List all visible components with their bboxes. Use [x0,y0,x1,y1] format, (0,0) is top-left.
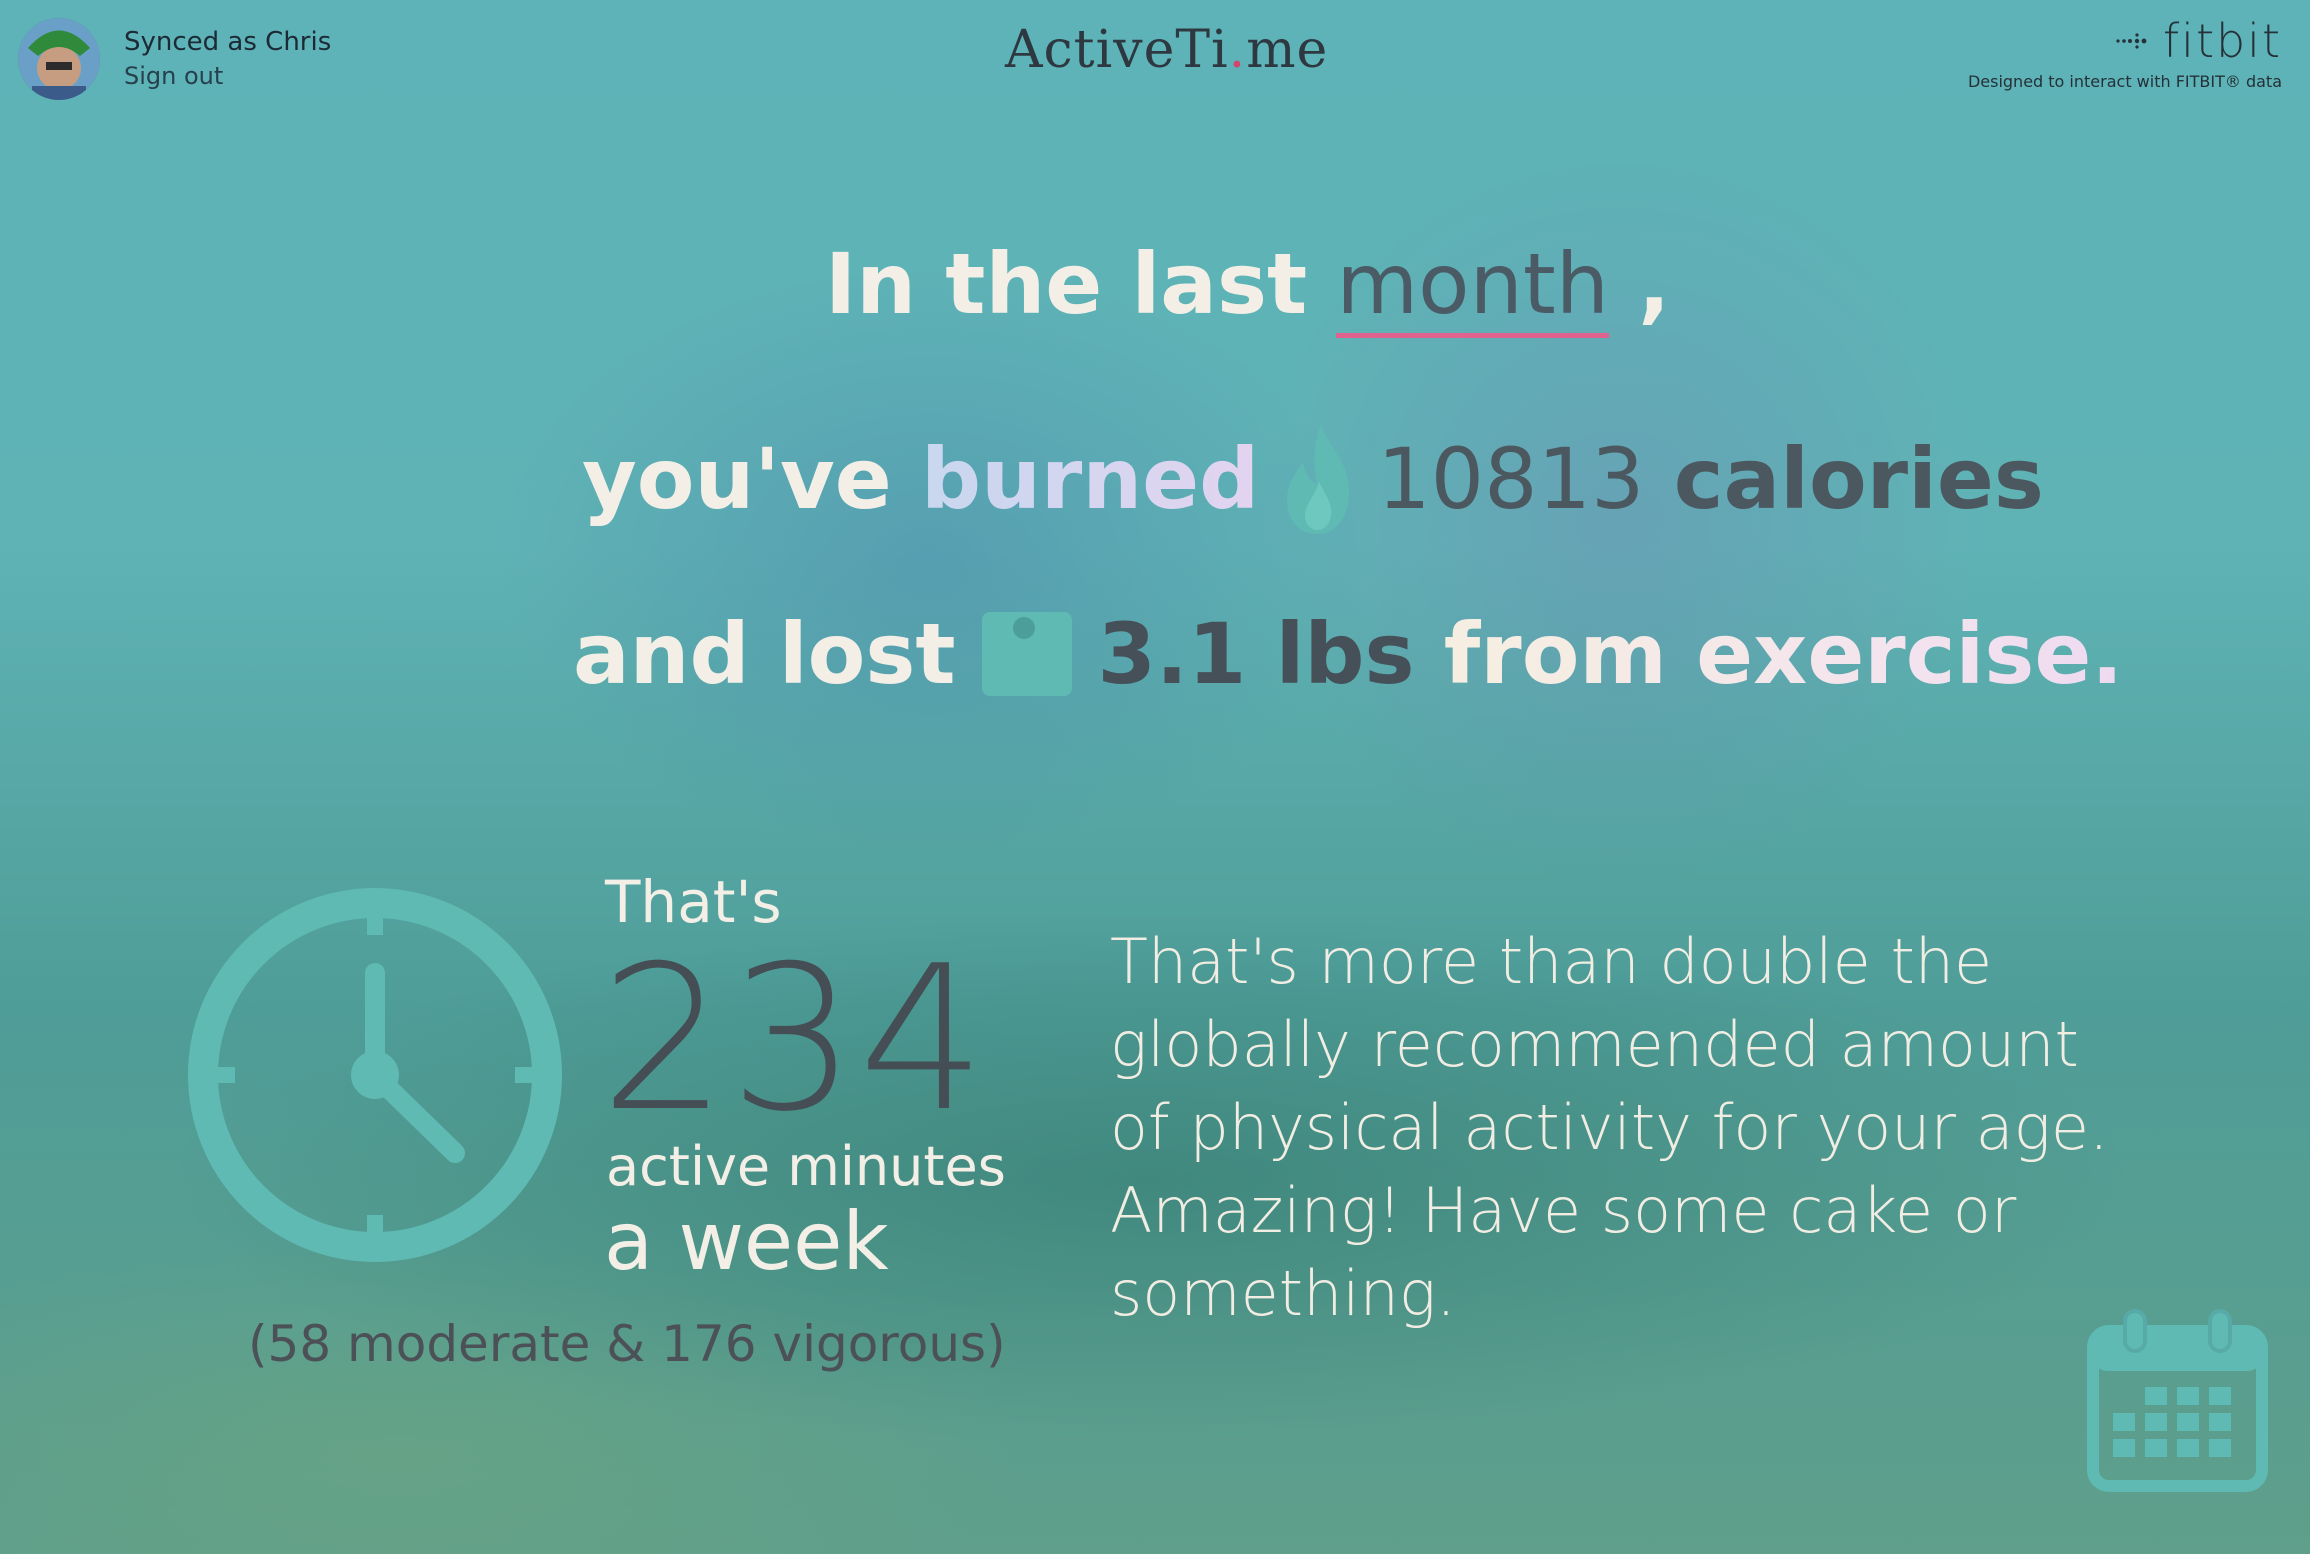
period-selector[interactable]: month [1336,235,1609,338]
fitbit-logo-icon [2116,33,2147,49]
youve-text: you've [582,430,892,528]
flame-icon [1287,424,1350,534]
from-exercise-text: from exercise. [1443,605,2124,703]
headline-line-3: and lost 3.1 lbs from exercise. [573,605,2123,703]
weight-lost-value: 3.1 lbs [1097,605,1415,703]
minutes-breakdown: (58 moderate & 176 vigorous) [248,1315,1006,1373]
and-lost-text: and lost [573,605,956,703]
clock-icon [188,888,562,1262]
headline-line-2: you've burned 10813 calories [582,420,2044,538]
headline-line-1: In the last month , [825,235,1671,338]
sign-out-link[interactable]: Sign out [124,59,331,93]
active-minutes-value: 234 [600,923,988,1156]
calendar-icon[interactable] [2085,1309,2270,1494]
scale-icon [981,612,1072,696]
per-week-label: a week [604,1195,889,1288]
calories-value: 10813 [1377,430,1645,528]
headline-prefix: In the last [825,235,1308,333]
active-minutes-label: active minutes [606,1135,1006,1198]
brand-logo[interactable]: ActiveTi.me [1005,20,1328,80]
user-panel: Synced as Chris Sign out [18,18,331,100]
brand-part-1: ActiveTi [1005,20,1229,80]
headline-comma: , [1638,235,1671,333]
user-info: Synced as Chris Sign out [124,25,331,93]
fitbit-branding: fitbit Designed to interact with FITBIT®… [1968,14,2282,91]
brand-part-2: me [1246,20,1329,80]
synced-label: Synced as Chris [124,27,332,57]
fitbit-logo: fitbit [1968,14,2282,68]
fitbit-wordmark: fitbit [2162,14,2282,68]
avatar[interactable] [18,18,100,100]
calories-unit: calories [1673,430,2044,528]
encouragement-message: That's more than double the globally rec… [1110,925,2109,1330]
burned-text: burned [920,430,1260,528]
fitbit-disclaimer: Designed to interact with FITBIT® data [1967,72,2282,91]
brand-dot: . [1228,20,1247,80]
